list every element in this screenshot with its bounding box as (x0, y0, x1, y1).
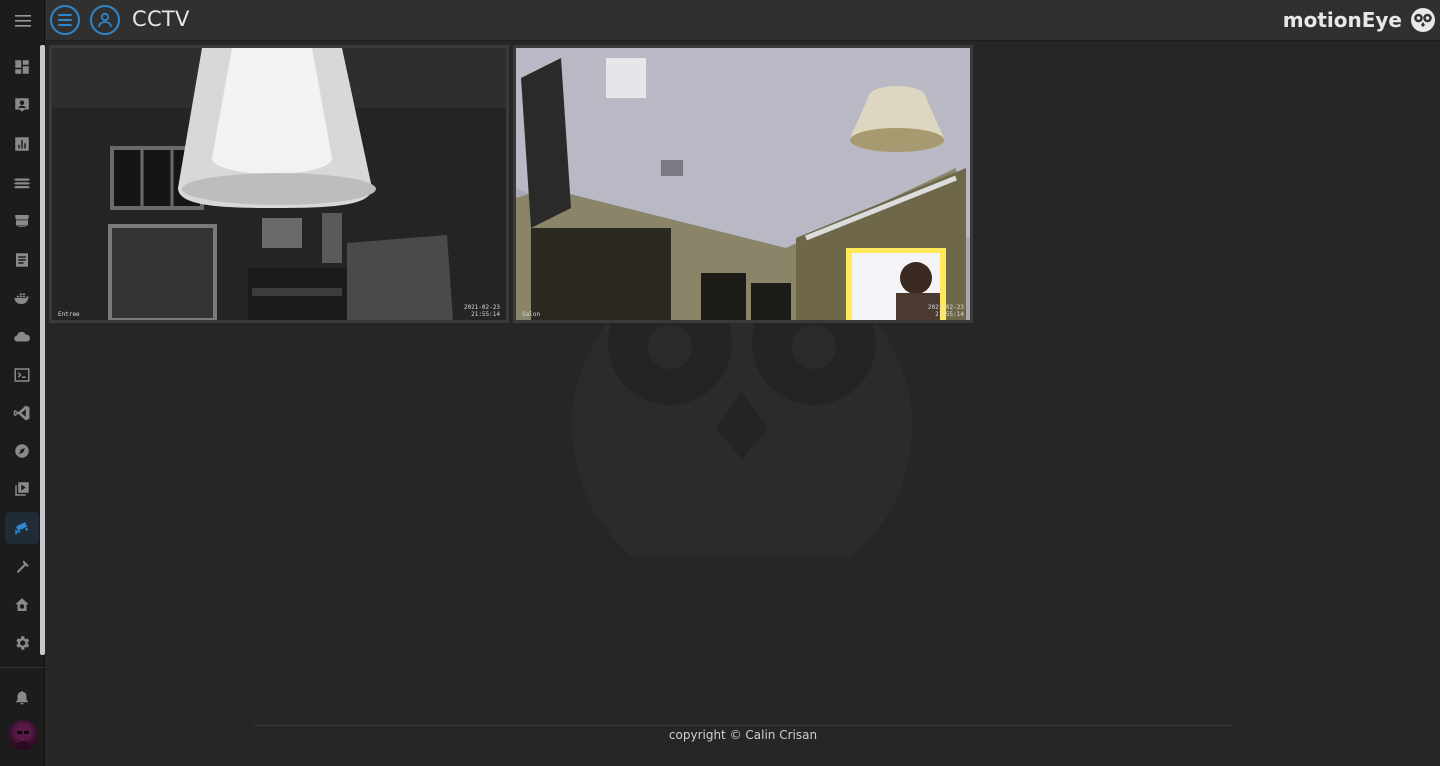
account-box-icon (15, 98, 29, 112)
camera-image-salon (516, 48, 970, 320)
owl-logo-icon (1411, 8, 1435, 32)
camera-label-entree: Entree (58, 311, 80, 318)
sidebar-item-energy[interactable] (5, 128, 39, 160)
cctv-icon (15, 522, 29, 535)
cloud-icon (14, 331, 30, 342)
bell-icon (16, 691, 28, 705)
notes-icon (16, 253, 28, 267)
sidebar-item-browser[interactable] (5, 435, 39, 467)
docker-icon (14, 293, 30, 304)
sidebar-item-vscode[interactable] (5, 397, 39, 429)
main-content: Entree 2021-02-23 21:55:14 Salon 2021-02… (46, 41, 1440, 766)
sidebar-item-map[interactable] (5, 89, 39, 121)
sidebar-item-logbook[interactable] (5, 167, 39, 199)
footer-copyright: copyright © Calin Crisan (668, 728, 818, 742)
sidebar-item-media[interactable] (5, 473, 39, 505)
chart-icon (15, 137, 29, 151)
sidebar-item-settings[interactable] (5, 627, 39, 659)
memory-icon (13, 178, 31, 189)
dashboard-icon (15, 60, 29, 74)
sidebar-item-portainer[interactable] (5, 282, 39, 314)
camera-date: 2021-02-23 (927, 304, 964, 311)
camera-frame-entree[interactable]: Entree 2021-02-23 21:55:14 (49, 45, 509, 323)
notifications-button[interactable] (5, 681, 39, 713)
menu-icon[interactable] (0, 0, 45, 41)
camera-label-salon: Salon (522, 311, 541, 318)
footer-divider (254, 725, 1232, 726)
camera-view-salon[interactable]: Salon 2021-02-23 21:55:14 (516, 48, 970, 320)
store-icon (15, 215, 29, 227)
sidebar-item-hacs[interactable] (5, 205, 39, 237)
camera-frame-salon[interactable]: Salon 2021-02-23 21:55:14 (513, 45, 973, 323)
sidebar-item-supervisor[interactable] (5, 589, 39, 621)
sidebar-divider (0, 667, 45, 668)
avatar[interactable] (8, 720, 38, 750)
user-icon (98, 12, 112, 28)
user-button[interactable] (90, 5, 120, 35)
top-bar: CCTV motionEye (46, 0, 1440, 41)
sidebar-item-developer-tools[interactable] (5, 551, 39, 583)
camera-image-entree (52, 48, 506, 320)
sidebar (0, 0, 45, 766)
sidebar-item-history[interactable] (5, 244, 39, 276)
home-gear-icon (15, 598, 29, 611)
compass-icon (15, 444, 29, 458)
play-box-icon (15, 482, 29, 496)
camera-timestamp-salon: 2021-02-23 21:55:14 (928, 304, 964, 318)
sidebar-scrollbar[interactable] (40, 45, 45, 655)
hammer-icon (16, 560, 29, 573)
camera-date: 2021-02-23 (463, 304, 500, 311)
terminal-icon (14, 368, 30, 382)
sidebar-item-cloud[interactable] (5, 321, 39, 353)
sidebar-item-overview[interactable] (5, 51, 39, 83)
camera-time: 21:55:14 (935, 311, 964, 318)
vscode-icon (13, 405, 30, 421)
brand-logo-text: motionEye (1282, 8, 1402, 32)
gear-icon (16, 636, 30, 650)
camera-view-entree[interactable]: Entree 2021-02-23 21:55:14 (52, 48, 506, 320)
list-icon (58, 14, 72, 26)
camera-timestamp-entree: 2021-02-23 21:55:14 (464, 304, 500, 318)
main-menu-button[interactable] (50, 5, 80, 35)
camera-time: 21:55:14 (471, 311, 500, 318)
sidebar-item-cctv[interactable] (5, 512, 39, 544)
page-title: CCTV (132, 7, 190, 31)
sidebar-item-terminal[interactable] (5, 359, 39, 391)
